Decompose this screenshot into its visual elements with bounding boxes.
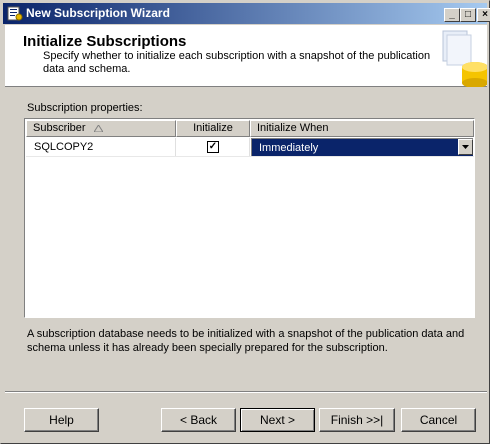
- subscription-grid: Subscriber Initialize Initialize When SQ…: [24, 118, 475, 318]
- sort-ascending-icon: [94, 125, 103, 132]
- help-button[interactable]: Help: [24, 408, 99, 432]
- chevron-down-icon: [462, 145, 469, 149]
- finish-button[interactable]: Finish >>|: [319, 408, 395, 432]
- page-title: Initialize Subscriptions: [23, 33, 187, 50]
- help-note: A subscription database needs to be init…: [27, 328, 465, 354]
- initialize-cell: ✓: [176, 138, 250, 156]
- wizard-app-icon: [7, 6, 23, 21]
- wizard-header: Initialize Subscriptions Specify whether…: [5, 25, 487, 87]
- next-button[interactable]: Next >: [240, 408, 315, 432]
- database-icon: [442, 30, 487, 87]
- close-button[interactable]: ×: [477, 8, 490, 22]
- initialize-when-dropdown[interactable]: Immediately: [251, 138, 473, 156]
- column-header-subscriber[interactable]: Subscriber: [26, 120, 176, 137]
- cancel-button[interactable]: Cancel: [401, 408, 476, 432]
- table-row[interactable]: SQLCOPY2 ✓ Immediately: [26, 138, 474, 157]
- wizard-window: New Subscription Wizard _ □ × Initialize…: [0, 0, 490, 444]
- dropdown-button[interactable]: [458, 139, 473, 155]
- minimize-button[interactable]: _: [444, 8, 460, 22]
- initialize-checkbox[interactable]: ✓: [207, 141, 219, 153]
- window-title: New Subscription Wizard: [26, 6, 170, 20]
- footer-divider: [5, 391, 487, 393]
- subscriber-cell: SQLCOPY2: [26, 138, 176, 156]
- column-header-initialize-when[interactable]: Initialize When: [250, 120, 474, 137]
- initialize-when-value: Immediately: [259, 142, 319, 154]
- maximize-button[interactable]: □: [460, 8, 476, 22]
- column-header-subscriber-label: Subscriber: [33, 122, 86, 134]
- title-bar[interactable]: New Subscription Wizard _ □ ×: [3, 3, 490, 24]
- column-header-initialize[interactable]: Initialize: [176, 120, 250, 137]
- page-description: Specify whether to initialize each subsc…: [43, 50, 431, 75]
- properties-label: Subscription properties:: [27, 102, 143, 114]
- back-button[interactable]: < Back: [161, 408, 236, 432]
